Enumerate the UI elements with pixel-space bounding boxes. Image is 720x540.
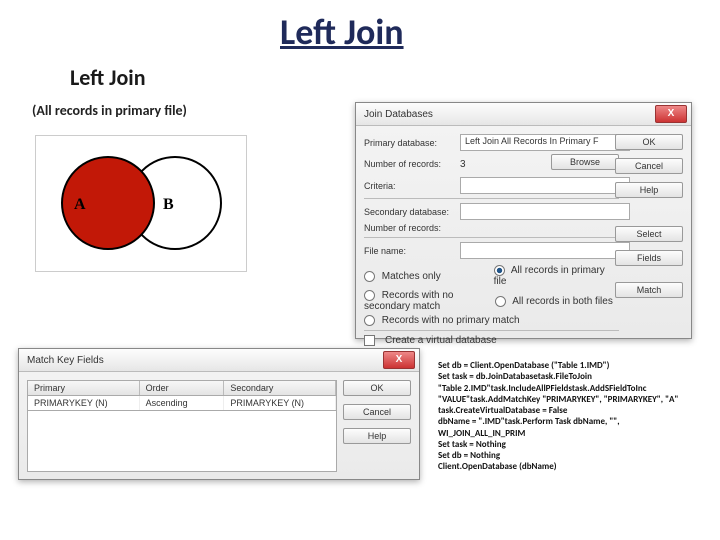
radio-all-both[interactable] (495, 296, 506, 307)
criteria-label: Criteria: (364, 181, 454, 191)
close-icon[interactable]: X (655, 105, 687, 123)
cell-secondary: PRIMARYKEY (N) (224, 396, 336, 410)
primary-db-label: Primary database: (364, 138, 454, 148)
help-button[interactable]: Help (343, 428, 411, 444)
match-key-fields-dialog: Match Key Fields X OK Cancel Help Primar… (18, 348, 420, 480)
cancel-button[interactable]: Cancel (343, 404, 411, 420)
page-tagline: (All records in primary file) (32, 102, 187, 119)
col-primary: Primary (28, 381, 140, 395)
join-databases-dialog: Join Databases X OK Cancel Help Select F… (355, 102, 692, 339)
ok-button[interactable]: OK (343, 380, 411, 396)
code-line: Client.OpenDatabase (dbName) (438, 461, 698, 472)
help-button[interactable]: Help (615, 182, 683, 198)
opt-all-both: All records in both files (512, 296, 613, 307)
code-snippet: Set db = Client.OpenDatabase ("Table 1.I… (438, 360, 698, 473)
checkbox-virtual-db[interactable] (364, 335, 375, 346)
filename-label: File name: (364, 246, 454, 256)
ok-button[interactable]: OK (615, 134, 683, 150)
select-button[interactable]: Select (615, 226, 683, 242)
secondary-db-label: Secondary database: (364, 207, 454, 217)
radio-matches-only[interactable] (364, 271, 375, 282)
col-secondary: Secondary (224, 381, 336, 395)
code-line: "VALUE"task.AddMatchKey "PRIMARYKEY", "P… (438, 394, 698, 405)
dialog-header: Match Key Fields X (19, 349, 419, 372)
secondary-db-field[interactable] (460, 203, 630, 220)
records-label: Number of records: (364, 159, 454, 169)
radio-all-primary[interactable] (494, 265, 505, 276)
code-line: Set db = Client.OpenDatabase ("Table 1.I… (438, 360, 698, 371)
browse-button[interactable]: Browse (551, 154, 619, 170)
radio-no-primary[interactable] (364, 315, 375, 326)
fields-button[interactable]: Fields (615, 250, 683, 266)
table-header: Primary Order Secondary (27, 380, 337, 396)
radio-no-secondary[interactable] (364, 290, 375, 301)
dialog-title: Match Key Fields (27, 355, 104, 366)
virtual-db-label: Create a virtual database (385, 335, 497, 346)
code-line: dbName = ".IMD"task.Perform Task dbName,… (438, 416, 698, 427)
table-row[interactable]: PRIMARYKEY (N) Ascending PRIMARYKEY (N) (27, 396, 337, 411)
opt-no-secondary: Records with no secondary match (364, 290, 453, 312)
code-line: "Table 2.IMD"task.IncludeAllPFieldstask.… (438, 383, 698, 394)
venn-label-b: B (163, 196, 174, 214)
col-order: Order (140, 381, 225, 395)
code-line: task.CreateVirtualDatabase = False (438, 405, 698, 416)
filename-field[interactable] (460, 242, 630, 259)
secondary-records-label: Number of records: (364, 223, 454, 233)
page-subtitle: Left Join (70, 64, 146, 91)
primary-db-field[interactable]: Left Join All Records In Primary F (460, 134, 630, 151)
opt-matches-only: Matches only (382, 271, 441, 282)
code-line: Set task = db.JoinDatabasetask.FileToJoi… (438, 371, 698, 382)
close-icon[interactable]: X (383, 351, 415, 369)
opt-no-primary: Records with no primary match (382, 315, 520, 326)
opt-all-primary: All records in primary file (494, 265, 605, 287)
venn-label-a: A (74, 196, 86, 214)
cancel-button[interactable]: Cancel (615, 158, 683, 174)
code-line: Set db = Nothing (438, 450, 698, 461)
dialog-header: Join Databases X (356, 103, 691, 126)
cell-order: Ascending (140, 396, 225, 410)
code-line: WI_JOIN_ALL_IN_PRIM (438, 428, 698, 439)
records-value: 3 (460, 159, 466, 170)
cell-primary: PRIMARYKEY (N) (28, 396, 140, 410)
page-title: Left Join (280, 10, 404, 54)
dialog-title: Join Databases (364, 109, 433, 120)
criteria-field[interactable] (460, 177, 630, 194)
code-line: Set task = Nothing (438, 439, 698, 450)
match-button[interactable]: Match (615, 282, 683, 298)
venn-diagram: A B (35, 135, 247, 272)
table-empty-area (27, 411, 337, 472)
